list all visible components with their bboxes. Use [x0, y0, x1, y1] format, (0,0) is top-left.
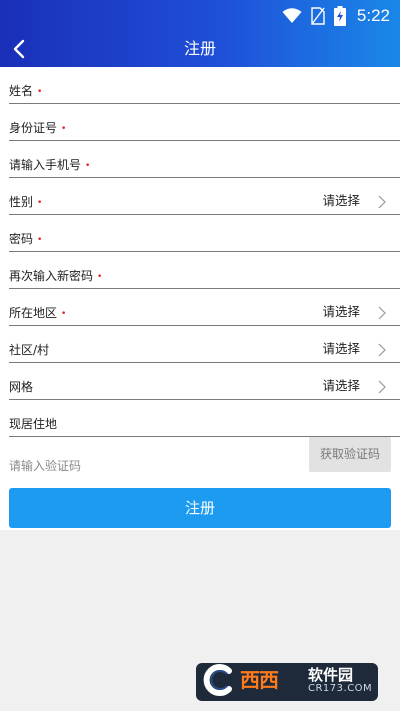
- field-label: 身份证号 •: [9, 121, 67, 135]
- current-address-field[interactable]: 现居住地: [9, 400, 400, 437]
- status-time: 5:22: [356, 6, 390, 25]
- app-bar: 注册: [0, 31, 400, 67]
- field-label: 姓名 •: [9, 84, 43, 98]
- status-icons: 5:22: [282, 5, 390, 27]
- watermark-url: CR173.COM: [308, 683, 373, 694]
- grid-select[interactable]: 网格 请选择: [9, 363, 400, 400]
- field-label: 社区/村: [9, 343, 50, 357]
- required-mark: •: [37, 87, 43, 97]
- password-field[interactable]: 密码 •: [9, 215, 400, 252]
- watermark-logo: 西西 软件园 CR173.COM: [196, 661, 384, 703]
- chevron-right-icon: [378, 380, 386, 394]
- select-value: 请选择: [322, 193, 360, 208]
- register-button[interactable]: 注册: [9, 488, 391, 528]
- chevron-right-icon: [378, 343, 386, 357]
- get-code-button[interactable]: 获取验证码: [309, 437, 391, 472]
- logo-c-icon: [203, 664, 232, 696]
- select-value: 请选择: [322, 378, 360, 393]
- wifi-icon: [282, 8, 302, 23]
- field-label: 性别 •: [9, 195, 43, 209]
- field-label: 所在地区 •: [9, 306, 67, 320]
- field-label: 请输入手机号 •: [9, 158, 91, 172]
- required-mark: •: [61, 124, 67, 134]
- chevron-right-icon: [378, 306, 386, 320]
- region-select[interactable]: 所在地区 • 请选择: [9, 289, 400, 326]
- community-select[interactable]: 社区/村 请选择: [9, 326, 400, 363]
- watermark-main-text: 西西: [240, 668, 279, 692]
- required-mark: •: [97, 272, 103, 282]
- chevron-right-icon: [378, 195, 386, 209]
- no-sim-icon: [311, 7, 325, 25]
- required-mark: •: [61, 309, 67, 319]
- required-mark: •: [37, 198, 43, 208]
- watermark-sub-text: 软件园: [308, 666, 354, 684]
- select-value: 请选择: [322, 304, 360, 319]
- field-label: 再次输入新密码 •: [9, 269, 103, 283]
- registration-form: 姓名 • 身份证号 • 请输入手机号 • 性别 • 请选择 密码 • 再次输入新密码 • 所…: [0, 67, 400, 530]
- verification-code-input[interactable]: 请输入验证码: [9, 453, 299, 479]
- phone-field[interactable]: 请输入手机号 •: [9, 141, 400, 178]
- required-mark: •: [37, 235, 43, 245]
- field-label: 现居住地: [9, 417, 58, 431]
- status-bar: 5:22: [0, 0, 400, 31]
- field-label: 密码 •: [9, 232, 43, 246]
- select-value: 请选择: [322, 341, 360, 356]
- confirm-password-field[interactable]: 再次输入新密码 •: [9, 252, 400, 289]
- gender-select[interactable]: 性别 • 请选择: [9, 178, 400, 215]
- id-number-field[interactable]: 身份证号 •: [9, 104, 400, 141]
- field-label: 网格: [9, 380, 34, 394]
- required-mark: •: [85, 161, 91, 171]
- name-field[interactable]: 姓名 •: [9, 67, 400, 104]
- battery-charging-icon: [333, 6, 346, 26]
- page-title: 注册: [183, 39, 216, 58]
